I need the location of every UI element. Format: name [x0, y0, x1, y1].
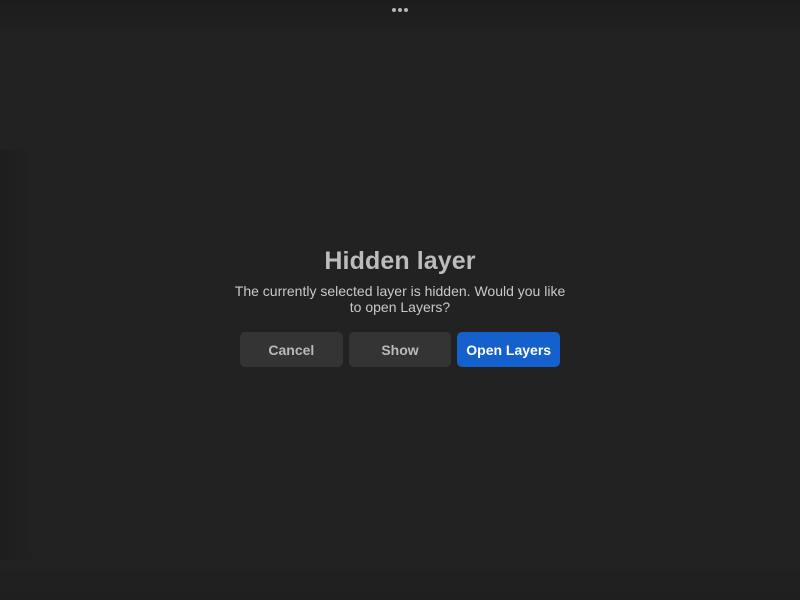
bottom-shade [0, 550, 800, 600]
show-button[interactable]: Show [348, 332, 452, 367]
handle-dot [404, 8, 408, 12]
handle-dot [398, 8, 402, 12]
open-layers-button[interactable]: Open Layers [457, 332, 561, 367]
more-dots-icon[interactable] [386, 2, 414, 18]
cancel-button[interactable]: Cancel [240, 332, 343, 367]
handle-dot [392, 8, 396, 12]
dialog-message: The currently selected layer is hidden. … [234, 283, 566, 315]
dialog-title: Hidden layer [324, 247, 476, 275]
sidebar-shadow [0, 150, 34, 560]
dialog-button-row: Cancel Show Open Layers [240, 332, 561, 367]
canvas-screen: Hidden layer The currently selected laye… [0, 0, 800, 600]
hidden-layer-dialog: Hidden layer The currently selected laye… [220, 244, 580, 315]
